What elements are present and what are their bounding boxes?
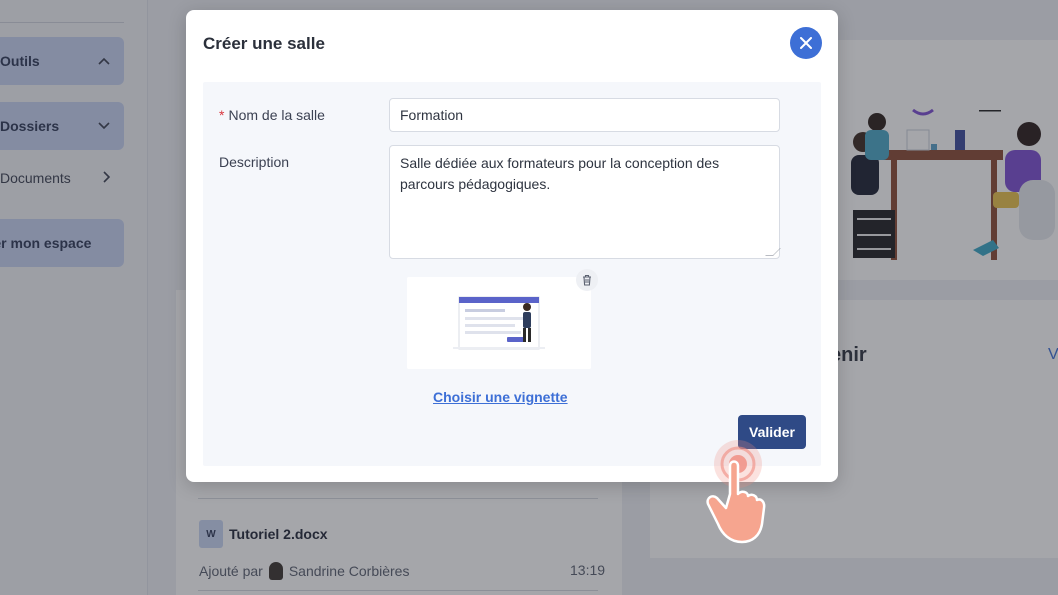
dialog-body: * Nom de la salle Formation Description S… — [203, 82, 821, 466]
room-name-label: * Nom de la salle — [219, 107, 325, 123]
delete-thumbnail-button[interactable] — [576, 269, 598, 291]
description-textarea[interactable]: Salle dédiée aux formateurs pour la conc… — [389, 145, 781, 259]
required-mark: * — [219, 107, 225, 123]
resize-handle[interactable] — [765, 248, 781, 256]
description-value: Salle dédiée aux formateurs pour la conc… — [400, 155, 720, 192]
room-name-label-text: Nom de la salle — [228, 107, 325, 123]
thumbnail-preview — [407, 277, 591, 369]
dialog-title: Créer une salle — [203, 34, 325, 53]
create-room-dialog: Créer une salle * Nom de la salle Formati… — [186, 10, 838, 482]
choose-thumbnail-link[interactable]: Choisir une vignette — [433, 389, 568, 405]
tap-gesture-icon — [706, 440, 766, 544]
close-icon — [800, 37, 812, 49]
trash-icon — [583, 274, 591, 286]
room-name-input[interactable]: Formation — [389, 98, 780, 132]
close-button[interactable] — [790, 27, 822, 59]
description-label: Description — [219, 154, 290, 170]
